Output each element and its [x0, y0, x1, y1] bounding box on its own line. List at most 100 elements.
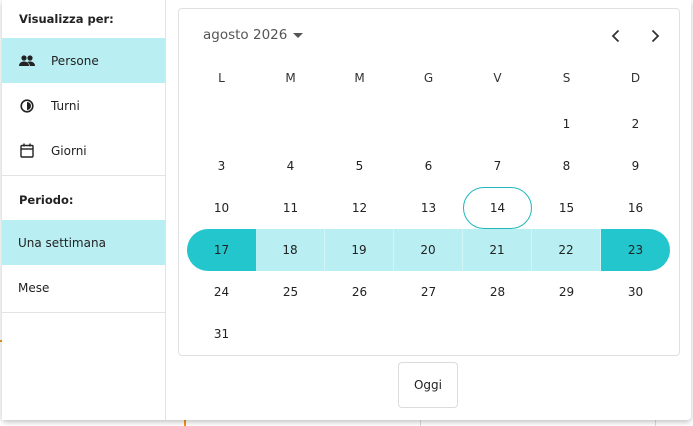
weekday-header: L M M G V S D: [187, 71, 670, 85]
calendar-week-row: 17 18 19 20 21 22 23: [187, 229, 670, 271]
day-cell[interactable]: 22: [532, 229, 601, 271]
day-cell[interactable]: 4: [256, 145, 325, 187]
day-cell[interactable]: 9: [601, 145, 670, 187]
empty-day-cell: [394, 103, 463, 145]
day-number: 27: [420, 285, 437, 299]
month-year-dropdown[interactable]: agosto 2026: [203, 27, 304, 43]
day-cell[interactable]: 27: [394, 271, 463, 313]
caret-down-icon: [293, 32, 304, 38]
view-by-heading: Visualizza per:: [19, 12, 114, 26]
day-number: 8: [562, 159, 571, 173]
day-cell[interactable]: 31: [187, 313, 256, 355]
day-cell[interactable]: 28: [463, 271, 532, 313]
period-option-week[interactable]: Una settimana: [2, 220, 165, 265]
period-option-label: Una settimana: [18, 235, 106, 250]
chevron-left-icon: [611, 29, 620, 43]
day-cell[interactable]: 18: [256, 229, 325, 271]
day-number: 9: [631, 159, 640, 173]
day-number: 25: [282, 285, 299, 299]
day-number: 4: [286, 159, 295, 173]
empty-day-cell: [256, 313, 325, 355]
day-number: 24: [213, 285, 230, 299]
divider: [2, 312, 165, 313]
weekday-label: M: [285, 71, 296, 85]
day-cell[interactable]: 25: [256, 271, 325, 313]
calendar-header: agosto 2026: [179, 9, 679, 63]
day-number: 5: [355, 159, 364, 173]
day-number: 3: [217, 159, 226, 173]
day-cell[interactable]: 7: [463, 145, 532, 187]
day-cell[interactable]: 11: [256, 187, 325, 229]
day-number: 17: [213, 243, 230, 257]
empty-day-cell: [325, 103, 394, 145]
people-icon: [19, 53, 35, 69]
calendar-week-row: 12: [187, 103, 670, 145]
day-cell[interactable]: 3: [187, 145, 256, 187]
view-option-label: Persone: [51, 53, 99, 68]
day-cell[interactable]: 2: [601, 103, 670, 145]
calendar-week-row: 3 4 5 6 7 8 9: [187, 145, 670, 187]
day-number: 18: [282, 243, 298, 257]
day-number: 2: [631, 117, 640, 131]
day-number: 7: [493, 159, 502, 173]
day-cell[interactable]: 13: [394, 187, 463, 229]
calendar-week-row: 24 25 26 27 28 29 30: [187, 271, 670, 313]
month-calendar: agosto 2026 L M M G V S D 1 2 3 4 5 6 7 …: [178, 8, 680, 356]
view-options-panel: Visualizza per: Persone Turni Giorni Per…: [2, 0, 166, 420]
day-number: 31: [213, 327, 230, 341]
weekday-label: M: [354, 71, 365, 85]
shift-icon: [19, 98, 35, 114]
day-cell[interactable]: 10: [187, 187, 256, 229]
calendar-week-row: 10 11 12 13 14 15 16: [187, 187, 670, 229]
next-month-button[interactable]: [644, 25, 666, 47]
empty-day-cell: [463, 313, 532, 355]
day-cell[interactable]: 26: [325, 271, 394, 313]
day-number: 19: [351, 243, 367, 257]
empty-day-cell: [394, 313, 463, 355]
day-cell[interactable]: 8: [532, 145, 601, 187]
day-number: 20: [420, 243, 436, 257]
day-number: 12: [351, 201, 368, 215]
today-button[interactable]: Oggi: [398, 362, 458, 408]
period-heading: Periodo:: [19, 193, 74, 207]
weekday-label: L: [218, 71, 225, 85]
day-grid: 1 2 3 4 5 6 7 8 9 10 11 12 13 14 15 16 17 18 19 20 21 22 23 24 2…: [187, 103, 670, 355]
day-cell[interactable]: 6: [394, 145, 463, 187]
empty-day-cell: [325, 313, 394, 355]
day-cell[interactable]: 21: [463, 229, 532, 271]
day-number: 30: [627, 285, 644, 299]
empty-day-cell: [532, 313, 601, 355]
day-number: 29: [558, 285, 575, 299]
day-cell[interactable]: 29: [532, 271, 601, 313]
period-option-month[interactable]: Mese: [2, 265, 165, 310]
chevron-right-icon: [651, 29, 660, 43]
view-option-label: Turni: [51, 98, 80, 113]
day-number: 15: [558, 201, 575, 215]
day-cell[interactable]: 5: [325, 145, 394, 187]
empty-day-cell: [187, 103, 256, 145]
day-number: 26: [351, 285, 368, 299]
day-cell[interactable]: 14: [463, 187, 532, 229]
weekday-label: G: [423, 71, 434, 85]
day-cell[interactable]: 12: [325, 187, 394, 229]
day-cell[interactable]: 17: [187, 229, 256, 271]
calendar-icon: [19, 143, 35, 159]
day-cell[interactable]: 16: [601, 187, 670, 229]
weekday-label: V: [493, 71, 502, 85]
day-cell[interactable]: 20: [394, 229, 463, 271]
day-cell[interactable]: 24: [187, 271, 256, 313]
view-option-label: Giorni: [51, 143, 87, 158]
day-number: 1: [562, 117, 571, 131]
day-cell[interactable]: 23: [601, 229, 670, 271]
view-option-persone[interactable]: Persone: [2, 38, 165, 83]
view-option-giorni[interactable]: Giorni: [2, 128, 165, 173]
previous-month-button[interactable]: [605, 25, 627, 47]
day-cell[interactable]: 19: [325, 229, 394, 271]
day-number: 21: [489, 243, 505, 257]
view-option-turni[interactable]: Turni: [2, 83, 165, 128]
day-cell[interactable]: 30: [601, 271, 670, 313]
day-cell[interactable]: 15: [532, 187, 601, 229]
day-cell[interactable]: 1: [532, 103, 601, 145]
day-number: 10: [213, 201, 230, 215]
day-number: 28: [489, 285, 506, 299]
